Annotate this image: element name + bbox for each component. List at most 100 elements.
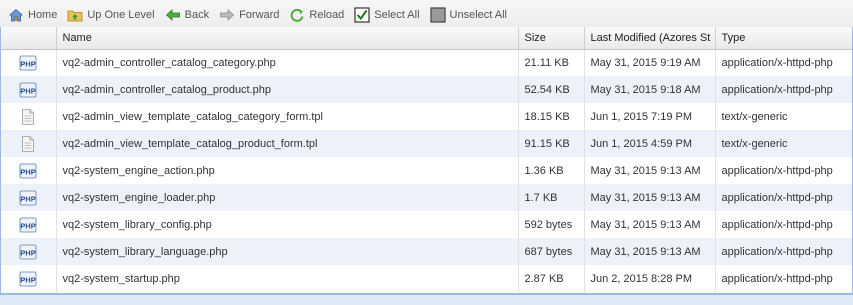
file-rows: PHP vq2-admin_controller_catalog_category… [1,49,852,292]
file-modified-cell: May 31, 2015 9:13 AM [584,238,716,265]
checkbox-unchecked-icon [429,6,446,23]
forward-button[interactable]: Forward [215,4,283,26]
php-file-icon: PHP [19,55,37,71]
file-name-cell: vq2-system_library_language.php [56,238,519,265]
file-size-cell: 592 bytes [518,211,585,238]
php-file-icon: PHP [19,271,37,286]
file-table: Name Size Last Modified (Azores St Type … [1,27,852,292]
svg-text:PHP: PHP [21,248,36,257]
column-header-modified[interactable]: Last Modified (Azores St [584,27,716,50]
arrow-left-icon [165,7,181,23]
file-type-cell: text/x-generic [715,130,852,157]
grid-footer [0,294,853,305]
forward-label: Forward [239,8,280,21]
file-size-cell: 687 bytes [518,238,585,265]
reload-button[interactable]: Reload [285,4,348,26]
column-header-size[interactable]: Size [518,27,585,50]
file-size-cell: 1.36 KB [518,157,585,184]
file-name-cell: vq2-system_engine_action.php [56,157,519,184]
table-row[interactable]: PHP vq2-system_startup.php 2.87 KB Jun 2, 2… [1,265,852,292]
file-icon-cell: PHP [1,76,57,103]
toolbar: Home Up One Level Back Forward Reload Se… [0,0,853,30]
file-type-cell: application/x-httpd-php [715,157,852,184]
php-file-icon: PHP [19,82,37,97]
column-header-icon[interactable] [1,27,57,50]
file-name-cell: vq2-system_library_config.php [56,211,519,238]
svg-text:PHP: PHP [21,167,36,176]
file-icon-cell [1,130,57,157]
reload-label: Reload [309,8,345,21]
file-icon-cell [1,103,57,130]
file-type-cell: application/x-httpd-php [715,49,852,76]
table-row[interactable]: PHP vq2-admin_controller_catalog_product.… [1,76,852,103]
svg-text:PHP: PHP [21,194,36,203]
file-modified-cell: May 31, 2015 9:19 AM [584,49,716,76]
folder-up-icon [67,7,83,23]
file-size-cell: 2.87 KB [518,265,585,292]
php-file-icon: PHP [19,244,37,259]
file-modified-cell: May 31, 2015 9:13 AM [584,184,716,211]
select-all-button[interactable]: Select All [350,4,423,26]
table-row[interactable]: PHP vq2-admin_controller_catalog_category… [1,49,852,76]
file-icon-cell: PHP [1,238,57,265]
up-one-level-button[interactable]: Up One Level [63,4,158,26]
svg-text:PHP: PHP [21,86,36,95]
file-name-cell: vq2-admin_view_template_catalog_category… [56,103,519,130]
table-row[interactable]: PHP vq2-system_engine_loader.php 1.7 KB May… [1,184,852,211]
file-type-cell: application/x-httpd-php [715,184,852,211]
back-button[interactable]: Back [161,4,213,26]
file-modified-cell: May 31, 2015 9:13 AM [584,211,716,238]
file-name-cell: vq2-system_startup.php [56,265,519,292]
file-name-cell: vq2-admin_controller_catalog_product.php [56,76,519,103]
file-type-cell: text/x-generic [715,103,852,130]
table-row[interactable]: PHP vq2-system_engine_action.php 1.36 KB Ma… [1,157,852,184]
file-grid: Name Size Last Modified (Azores St Type … [0,27,853,294]
select-all-label: Select All [374,8,420,21]
table-row[interactable]: PHP vq2-system_library_config.php 592 byte… [1,211,852,238]
file-type-cell: application/x-httpd-php [715,265,852,292]
header-row: Name Size Last Modified (Azores St Type [1,27,852,50]
column-header-name[interactable]: Name [56,27,519,50]
file-icon-cell: PHP [1,211,57,238]
file-size-cell: 52.54 KB [518,76,585,103]
svg-text:PHP: PHP [21,59,36,68]
php-file-icon: PHP [19,163,37,178]
file-modified-cell: May 31, 2015 9:18 AM [584,76,716,103]
up-one-level-label: Up One Level [87,8,155,21]
file-modified-cell: Jun 1, 2015 4:59 PM [584,130,716,157]
file-size-cell: 21.11 KB [518,49,585,76]
text-file-icon [19,108,37,125]
file-name-cell: vq2-system_engine_loader.php [56,184,519,211]
unselect-all-label: Unselect All [449,8,508,21]
file-icon-cell: PHP [1,265,57,292]
file-name-cell: vq2-admin_view_template_catalog_product_… [56,130,519,157]
file-size-cell: 1.7 KB [518,184,585,211]
unselect-all-button[interactable]: Unselect All [426,4,511,26]
table-row[interactable]: vq2-admin_view_template_catalog_category… [1,103,852,130]
home-label: Home [28,8,58,21]
text-file-icon [19,135,37,152]
svg-text:PHP: PHP [21,221,36,230]
file-size-cell: 18.15 KB [518,103,585,130]
file-modified-cell: Jun 1, 2015 7:19 PM [584,103,716,130]
php-file-icon: PHP [19,190,37,205]
file-size-cell: 91.15 KB [518,130,585,157]
file-modified-cell: Jun 2, 2015 8:28 PM [584,265,716,292]
file-modified-cell: May 31, 2015 9:13 AM [584,157,716,184]
back-label: Back [184,8,210,21]
table-row[interactable]: PHP vq2-system_library_language.php 687 by… [1,238,852,265]
column-header-type[interactable]: Type [715,27,852,50]
php-file-icon: PHP [19,217,37,232]
file-icon-cell: PHP [1,184,57,211]
svg-text:PHP: PHP [21,275,36,284]
file-icon-cell: PHP [1,49,57,76]
home-button[interactable]: Home [4,4,61,26]
file-name-cell: vq2-admin_controller_catalog_category.ph… [56,49,519,76]
file-icon-cell: PHP [1,157,57,184]
table-row[interactable]: vq2-admin_view_template_catalog_product_… [1,130,852,157]
reload-icon [289,7,305,23]
file-type-cell: application/x-httpd-php [715,238,852,265]
file-type-cell: application/x-httpd-php [715,211,852,238]
arrow-right-icon [219,7,235,23]
file-type-cell: application/x-httpd-php [715,76,852,103]
